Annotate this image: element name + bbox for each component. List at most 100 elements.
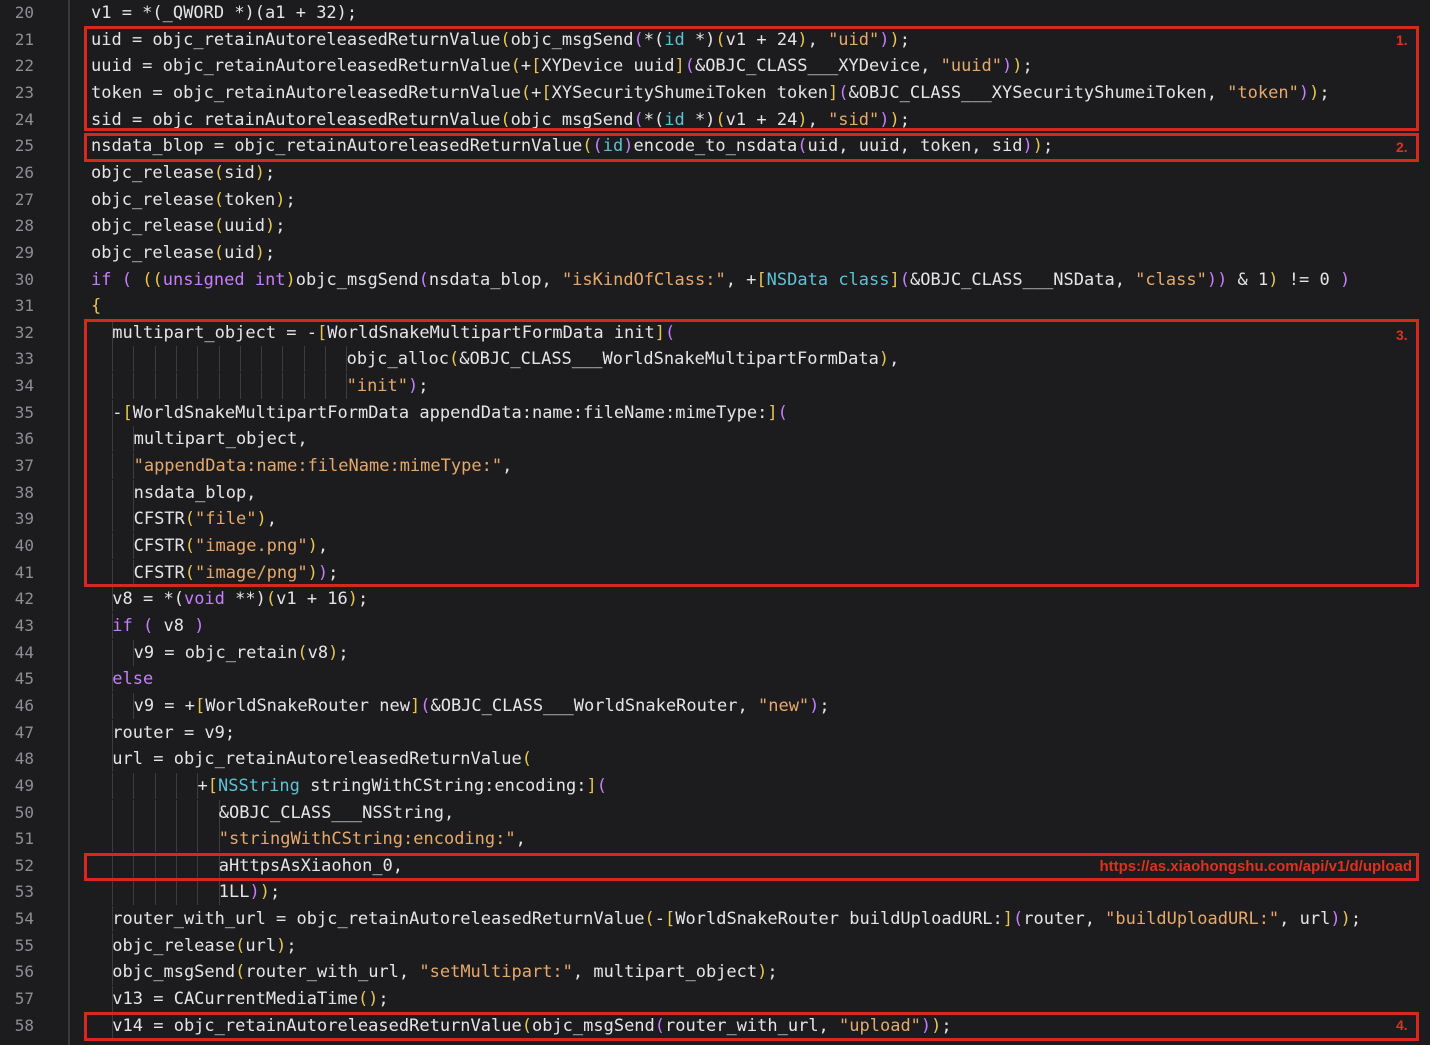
line-number: 58: [14, 1015, 34, 1035]
code-token: (: [297, 642, 308, 663]
code-token: ;: [358, 589, 369, 610]
code-line[interactable]: nsdata_blop = objc_retainAutoreleasedRet…: [91, 133, 1053, 159]
line-number: 37: [14, 456, 34, 476]
code-line[interactable]: token = objc_retainAutoreleasedReturnVal…: [91, 80, 1330, 106]
indent-guide: [112, 479, 113, 506]
code-line[interactable]: -[WorldSnakeMultipartFormData appendData…: [112, 400, 788, 426]
code-line[interactable]: v8 = *(void **)(v1 + 16);: [112, 586, 368, 612]
code-line[interactable]: multipart_object = -[WorldSnakeMultipart…: [112, 320, 675, 346]
code-line[interactable]: sid = objc_retainAutoreleasedReturnValue…: [91, 107, 910, 133]
indent-guide: [154, 879, 156, 906]
code-token: objc_msgSend: [112, 962, 236, 983]
line-number: 20: [14, 3, 34, 22]
line-number: 24: [14, 109, 34, 129]
code-token: "sid": [828, 109, 880, 130]
code-line[interactable]: url = objc_retainAutoreleasedReturnValue…: [112, 746, 532, 772]
line-number: 29: [14, 242, 34, 262]
code-line[interactable]: objc_release(uid);: [91, 240, 275, 266]
indent-guide: [175, 826, 177, 853]
code-line[interactable]: "appendData:name:fileName:mimeType:",: [134, 453, 513, 479]
code-token: ): [797, 29, 808, 50]
code-line[interactable]: if ( ((unsigned int)objc_msgSend(nsdata_…: [91, 267, 1350, 293]
code-token: url = objc_retainAutoreleasedReturnValue: [112, 749, 522, 770]
code-line[interactable]: uuid = objc_retainAutoreleasedReturnValu…: [91, 53, 1033, 79]
code-token: router,: [1023, 909, 1106, 930]
code-token: (: [521, 1015, 532, 1036]
code-editor[interactable]: 20 21 22 23 24 25 26 27 28 29 30 31 32 33 34 35 36 37 38 39…: [0, 0, 1430, 1045]
code-token: uid = objc_retainAutoreleasedReturnValue: [91, 29, 501, 50]
code-token: v13 = CACurrentMediaTime: [112, 989, 358, 1010]
code-token: (: [715, 29, 726, 50]
code-line[interactable]: CFSTR("image/png"));: [134, 560, 339, 586]
code-token: ;: [899, 109, 910, 130]
code-token: "token": [1227, 82, 1299, 103]
code-token: nsdata_blop = objc_retainAutoreleasedRet…: [91, 136, 583, 157]
code-line[interactable]: objc_alloc(&OBJC_CLASS___WorldSnakeMulti…: [347, 346, 900, 372]
indent-guide: [154, 826, 156, 853]
indent-guide: [218, 373, 220, 400]
code-line[interactable]: objc_release(token);: [91, 187, 296, 213]
code-line[interactable]: +[NSString stringWithCString:encoding:](: [198, 773, 607, 799]
line-number: 34: [14, 376, 34, 396]
code-token: (: [184, 536, 196, 556]
code-line[interactable]: v1 = *(_QWORD *)(a1 + 32);: [91, 0, 357, 26]
code-token: ]: [889, 269, 900, 290]
indent-guide: [133, 373, 135, 400]
code-token: ;: [338, 642, 349, 663]
code-token: ;: [1042, 136, 1054, 157]
line-number: 41: [14, 562, 34, 582]
code-line[interactable]: v13 = CACurrentMediaTime();: [112, 986, 388, 1012]
code-line[interactable]: v9 = +[WorldSnakeRouter new](&OBJC_CLASS…: [134, 693, 830, 719]
code-token: "init": [346, 376, 409, 397]
code-line[interactable]: CFSTR("image.png"),: [134, 533, 329, 559]
code-token: ): [1339, 269, 1351, 290]
code-token: v1 = *(: [91, 3, 163, 23]
code-line[interactable]: "init");: [347, 373, 429, 399]
code-token: NSData class: [766, 269, 890, 290]
code-token: ;: [285, 189, 296, 210]
code-line[interactable]: nsdata_blop,: [134, 480, 257, 506]
code-line[interactable]: objc_release(sid);: [91, 160, 275, 186]
code-line[interactable]: aHttpsAsXiaohon_0,: [219, 853, 403, 879]
line-number: 25: [14, 136, 34, 156]
code-token: (: [448, 349, 460, 370]
code-token: (: [510, 56, 521, 77]
code-token: "uuid": [940, 56, 1003, 77]
code-token: [: [531, 56, 542, 77]
code-line[interactable]: CFSTR("file"),: [134, 506, 277, 532]
indent-guide: [261, 346, 263, 373]
code-token: **): [224, 589, 266, 610]
code-token: objc_release: [91, 242, 214, 263]
code-line[interactable]: v14 = objc_retainAutoreleasedReturnValue…: [112, 1013, 951, 1039]
line-number: 38: [14, 482, 34, 502]
code-token: ;: [1350, 909, 1362, 930]
code-line[interactable]: router_with_url = objc_retainAutorelease…: [112, 906, 1361, 932]
code-token: objc_release: [91, 162, 214, 183]
indent-guide: [175, 373, 177, 400]
code-line[interactable]: 1LL));: [219, 879, 280, 905]
code-line[interactable]: objc_release(uuid);: [91, 213, 286, 239]
code-token: nsdata_blop,: [428, 269, 562, 290]
code-line[interactable]: else: [112, 666, 153, 692]
code-token: [: [195, 695, 206, 716]
code-line[interactable]: multipart_object,: [134, 426, 308, 452]
code-token: ]: [409, 695, 421, 716]
code-line[interactable]: objc_release(url);: [112, 933, 296, 959]
code-line[interactable]: &OBJC_CLASS___NSString,: [219, 800, 454, 826]
code-token: v9 = +: [133, 695, 196, 716]
highlight-label-1: 1.: [1396, 32, 1408, 48]
indent-guide: [197, 346, 199, 373]
code-line[interactable]: objc_msgSend(router_with_url, "setMultip…: [112, 959, 777, 985]
code-token: (: [797, 136, 808, 157]
code-token: ): [1268, 269, 1279, 290]
code-line[interactable]: if ( v8 ): [112, 613, 204, 639]
code-token: ): [276, 935, 287, 956]
code-line[interactable]: v9 = objc_retain(v8);: [134, 640, 349, 666]
code-line[interactable]: router = v9;: [112, 720, 235, 746]
code-line[interactable]: "stringWithCString:encoding:",: [219, 826, 526, 852]
code-token: ]: [674, 56, 685, 77]
code-line[interactable]: uid = objc_retainAutoreleasedReturnValue…: [91, 27, 910, 53]
code-line[interactable]: {: [91, 293, 101, 319]
code-token: ): [878, 349, 890, 370]
